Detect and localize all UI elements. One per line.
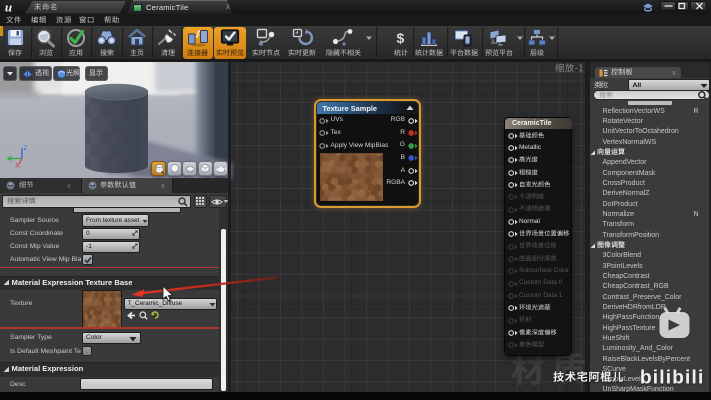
svg-text:bilibili: bilibili [640, 368, 705, 389]
